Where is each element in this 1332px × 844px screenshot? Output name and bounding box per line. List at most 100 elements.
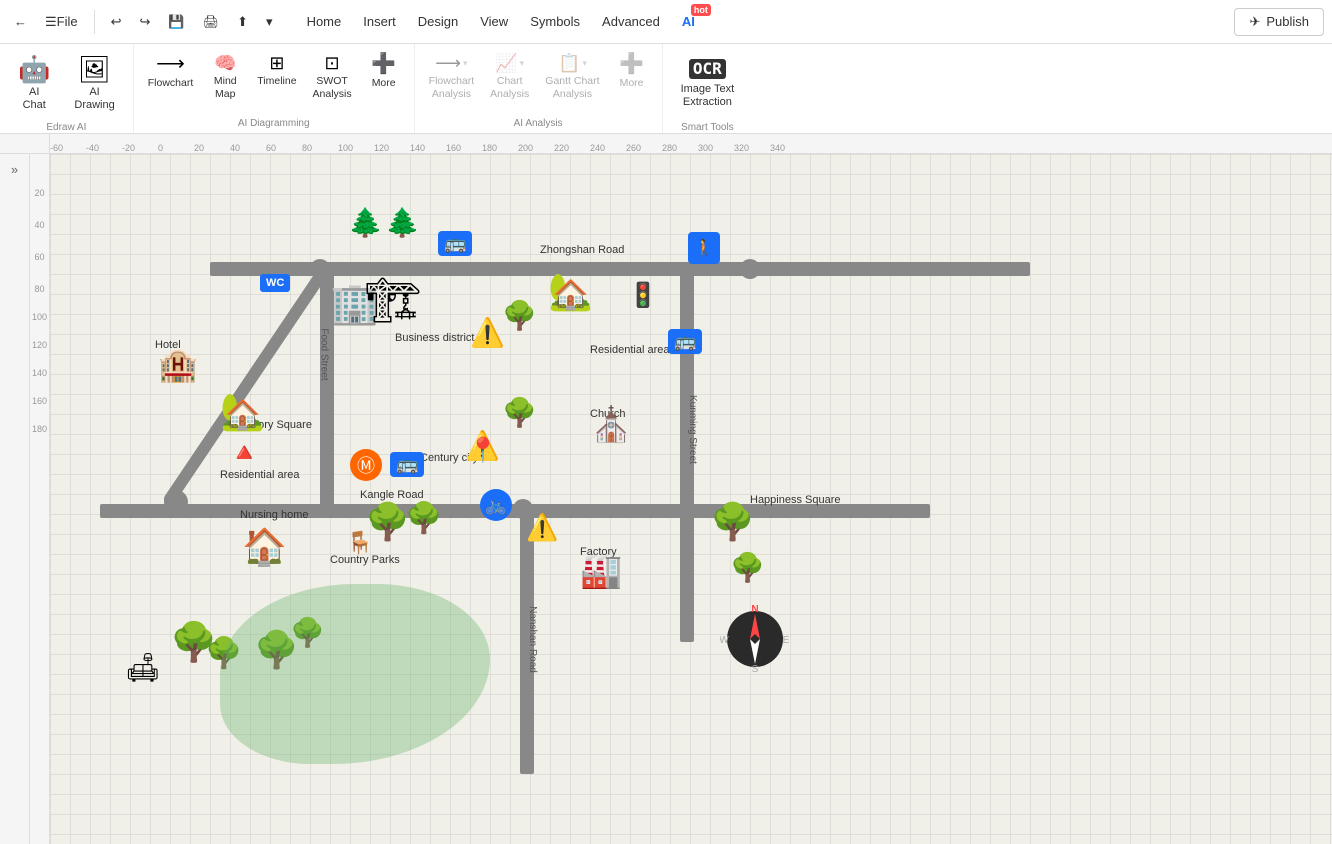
house-2: 🏡: [548, 274, 593, 310]
mind-map-icon: 🧠: [214, 54, 236, 72]
ribbon-item-flowchart-analysis: ⟶ ▾ FlowchartAnalysis: [423, 50, 481, 104]
menu-insert[interactable]: Insert: [353, 10, 406, 33]
ribbon-section-ai-diagramming: ⟶ Flowchart 🧠 MindMap ⊞ Timeline ⊡ SWOTA…: [134, 44, 415, 133]
ribbon-item-flowchart[interactable]: ⟶ Flowchart: [142, 50, 200, 94]
hotel-building: 🏨: [158, 349, 198, 381]
left-sidebar-toggle[interactable]: »: [0, 154, 30, 844]
share-button[interactable]: ⬆: [231, 10, 254, 34]
country-parks-label: Country Parks: [330, 554, 400, 566]
traffic-sign-left: 🔺: [228, 437, 260, 468]
svg-text:E: E: [783, 635, 790, 646]
ribbon-item-swot[interactable]: ⊡ SWOTAnalysis: [307, 50, 358, 104]
tree-mid-2: 🌳: [502, 399, 537, 427]
flowchart-icon: ⟶: [156, 54, 185, 74]
chart-analysis-label: ChartAnalysis: [490, 75, 529, 100]
ai-drawing-label: AIDrawing: [74, 86, 114, 112]
ai-chat-label: AIChat: [23, 86, 46, 112]
ai-hot-badge: hot: [691, 4, 711, 16]
house-1: 🏡: [220, 394, 265, 430]
image-text-label: Image TextExtraction: [681, 83, 735, 109]
more-diagramming-label: More: [372, 77, 396, 90]
ribbon-item-image-text[interactable]: OCR Image TextExtraction: [671, 50, 745, 118]
ruler-top: -60 -40 -20 0 20 40 60 80 100 120 140 16…: [0, 134, 1332, 154]
ai-chat-icon: 🤖: [18, 56, 50, 82]
bus-stop-center: 🚌: [390, 452, 424, 477]
file-label: File: [57, 14, 78, 29]
nursing-home-label: Nursing home: [240, 509, 308, 521]
compass: N S E W: [720, 604, 790, 674]
park-tree-2: 🌳: [405, 504, 442, 534]
intersection-1: [310, 259, 330, 279]
main-area: 20 40 60 80 100 120 140 160 180 Zhongsha…: [30, 154, 1332, 844]
timeline-label: Timeline: [257, 75, 296, 88]
tree-mid-1: 🌳: [502, 302, 537, 330]
factory-icon: 🏭: [580, 554, 622, 588]
svg-text:W: W: [720, 635, 729, 646]
ruler-left: 20 40 60 80 100 120 140 160 180: [30, 154, 50, 844]
redo-button[interactable]: ↪: [134, 10, 157, 34]
bus-stop-right: 🚌: [668, 329, 702, 354]
svg-text:S: S: [752, 664, 759, 674]
ribbon-item-mind-map[interactable]: 🧠 MindMap: [203, 50, 247, 104]
flowchart-analysis-icon: ⟶: [435, 54, 461, 72]
separator-1: [94, 10, 95, 34]
ribbon-item-gantt-analysis: 📋 ▾ Gantt ChartAnalysis: [539, 50, 605, 104]
menu-home[interactable]: Home: [297, 10, 352, 33]
intersection-2: [740, 259, 760, 279]
save-button[interactable]: 💾: [162, 10, 190, 34]
traffic-sign-2: ⚠️: [470, 316, 505, 349]
ribbon-item-timeline[interactable]: ⊞ Timeline: [251, 50, 302, 92]
ribbon-section-edraw-ai: 🤖 AIChat 🖼 AIDrawing Edraw AI: [0, 44, 134, 133]
chart-analysis-arrow: ▾: [520, 58, 525, 69]
food-street-label: Food Street: [319, 328, 330, 380]
undo-button[interactable]: ↩: [105, 10, 128, 34]
traffic-light: 🚦: [628, 284, 658, 308]
topbar: ← ☰ File ↩ ↪ 💾 🖨 ⬆ ▾ Home Insert Design …: [0, 0, 1332, 44]
building-2: 🏗: [365, 279, 421, 323]
ribbon-section-label-ai-analysis: AI Analysis: [415, 116, 662, 133]
more-diagramming-icon: ➕: [371, 54, 396, 74]
image-text-icon: OCR: [689, 59, 726, 79]
menu-symbols[interactable]: Symbols: [520, 10, 590, 33]
business-district-label: Business district: [395, 332, 474, 344]
zhongshan-road-label: Zhongshan Road: [540, 244, 624, 256]
ribbon-item-more-analysis: ➕ More: [610, 50, 654, 94]
ribbon-item-more-diagramming[interactable]: ➕ More: [362, 50, 406, 94]
tree-2: 🌲: [385, 209, 420, 237]
canvas-wrapper: 20 40 60 80 100 120 140 160 180 Zhongsha…: [30, 154, 1332, 844]
cycling-sign: 🚲: [480, 489, 512, 521]
intersection-4: [164, 490, 188, 514]
more-analysis-label: More: [620, 77, 644, 90]
menu-view[interactable]: View: [470, 10, 518, 33]
ribbon-section-smart-tools: OCR Image TextExtraction Smart Tools: [663, 44, 753, 133]
print-button[interactable]: 🖨: [197, 10, 226, 34]
file-menu-button[interactable]: ☰ File: [39, 10, 84, 34]
publish-icon: ✈: [1249, 14, 1260, 30]
swot-label: SWOTAnalysis: [313, 75, 352, 100]
menu-design[interactable]: Design: [408, 10, 468, 33]
gantt-analysis-icon: 📋: [558, 54, 580, 72]
residential-right-label: Residential area: [590, 344, 670, 356]
ai-drawing-icon: 🖼: [78, 56, 111, 82]
publish-button[interactable]: ✈ Publish: [1234, 8, 1324, 36]
nursing-home-icon: 🏠: [242, 529, 287, 565]
canvas[interactable]: Zhongshan Road Kangle Road Food Street K…: [50, 154, 1332, 844]
back-button[interactable]: ←: [8, 10, 33, 33]
metro-sign: Ⓜ: [350, 449, 382, 481]
happiness-square-label: Happiness Square: [750, 494, 841, 506]
residential-left-label: Residential area: [220, 469, 300, 481]
crosswalk-sign: 🚶: [688, 232, 720, 264]
ribbon-item-ai-chat[interactable]: 🤖 AIChat: [8, 50, 60, 118]
menu-advanced[interactable]: Advanced: [592, 10, 670, 33]
ribbon-section-ai-analysis: ⟶ ▾ FlowchartAnalysis 📈 ▾ ChartAnalysis …: [415, 44, 663, 133]
publish-label: Publish: [1266, 14, 1309, 29]
menu-ai[interactable]: AI hot: [672, 10, 705, 33]
bench-1: 🛋: [125, 654, 161, 682]
tree-1: 🌲: [348, 209, 383, 237]
ribbon-item-ai-drawing[interactable]: 🖼 AIDrawing: [64, 50, 124, 118]
timeline-icon: ⊞: [269, 54, 284, 72]
gantt-analysis-label: Gantt ChartAnalysis: [545, 75, 599, 100]
wc-sign: WC: [260, 274, 290, 292]
more-options-button[interactable]: ▾: [260, 10, 279, 34]
chart-analysis-icon: 📈: [495, 54, 517, 72]
